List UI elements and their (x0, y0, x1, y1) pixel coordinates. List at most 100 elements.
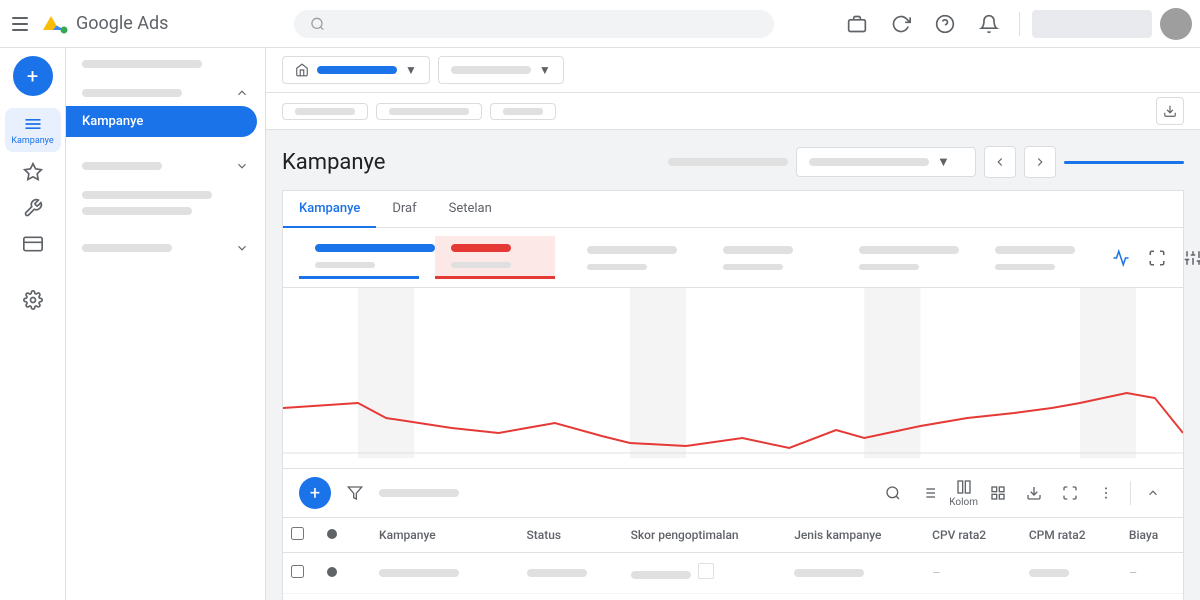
metric-card-1[interactable] (299, 236, 419, 279)
fullscreen-icon[interactable] (1143, 244, 1171, 272)
export-icon[interactable] (1018, 477, 1050, 509)
header-cost[interactable]: Biaya (1117, 518, 1183, 553)
google-ads-logo-icon (40, 10, 68, 38)
filter-label-ph (379, 489, 459, 497)
list-view-icon[interactable] (913, 477, 945, 509)
next-button[interactable] (1024, 146, 1056, 178)
row-status (515, 553, 619, 594)
ellipsis-icon (1098, 485, 1114, 501)
opt-score-icon (698, 563, 714, 579)
help-icon[interactable] (927, 6, 963, 42)
top-controls: ▼ ▼ (266, 48, 1200, 93)
toolbar-separator (1130, 481, 1131, 505)
main-content: ▼ ▼ Kampanye (266, 48, 1200, 600)
table-row: – – (283, 594, 1183, 600)
prev-button[interactable] (984, 146, 1016, 178)
sidebar-item-settings[interactable] (5, 284, 61, 316)
row-status-dot (315, 553, 367, 594)
row-checkbox-cell (283, 553, 315, 594)
date-btn2[interactable] (376, 103, 482, 120)
chart-area: Kampanye Draf Setelan (282, 190, 1184, 469)
sidebar-item-tools[interactable] (5, 192, 61, 224)
sidebar-item-billing[interactable] (5, 228, 61, 260)
header-campaign-type[interactable]: Jenis kampanye (782, 518, 920, 553)
billing-icon (23, 234, 43, 254)
more-options-icon[interactable] (1090, 477, 1122, 509)
topbar-right (839, 6, 1192, 42)
row-opt-score (619, 553, 783, 594)
columns-button[interactable]: Kolom (949, 479, 978, 508)
header-checkbox-cell (283, 518, 315, 553)
tab-settings[interactable]: Setelan (433, 191, 508, 228)
left-panel-item-campaigns[interactable]: Kampanye (66, 106, 257, 137)
table-header-row: Kampanye Status Skor pengoptimalan Jenis… (283, 518, 1183, 553)
metric-card-3[interactable] (571, 238, 691, 278)
account-selector[interactable] (1032, 10, 1152, 38)
add-campaign-button[interactable]: + (299, 477, 331, 509)
expand-table-icon[interactable] (1054, 477, 1086, 509)
chart-controls (1107, 244, 1200, 272)
content-area: Kampanye ▼ (266, 130, 1200, 600)
header-cpv[interactable]: CPV rata2 (920, 518, 1017, 553)
header-opt-score[interactable]: Skor pengoptimalan (619, 518, 783, 553)
chevron-left-icon (993, 155, 1007, 169)
left-panel-section-header[interactable] (66, 80, 265, 106)
row-checkbox[interactable] (291, 565, 304, 578)
search-input[interactable] (333, 16, 758, 32)
tab-drafts[interactable]: Draf (376, 191, 432, 228)
settings-icon (23, 290, 43, 310)
metric-card-2[interactable] (435, 236, 555, 279)
metric-card-6[interactable] (979, 238, 1099, 278)
campaigns-label: Kampanye (11, 136, 53, 146)
refresh-icon[interactable] (883, 6, 919, 42)
account-select[interactable]: ▼ (282, 56, 430, 84)
tab-campaigns[interactable]: Kampanye (283, 191, 376, 228)
page-title: Kampanye (282, 150, 385, 175)
secondary-controls (266, 93, 1200, 130)
avatar[interactable] (1160, 8, 1192, 40)
chevron-up-icon (235, 86, 249, 100)
download-icon (1163, 104, 1177, 118)
create-button[interactable]: + (13, 56, 53, 96)
app-name: Google Ads (76, 13, 168, 34)
tools-icon (23, 198, 43, 218)
left-panel-section2-header[interactable] (66, 153, 265, 179)
left-panel: Kampanye (66, 48, 266, 600)
search-box[interactable] (294, 10, 774, 38)
briefcase-icon[interactable] (839, 6, 875, 42)
filter-settings-icon[interactable] (1179, 244, 1200, 272)
metric-card-4[interactable] (707, 238, 827, 278)
search-table-icon[interactable] (877, 477, 909, 509)
section-header: Kampanye ▼ (282, 146, 1184, 178)
metric2-value (451, 262, 511, 268)
hamburger-menu[interactable] (8, 12, 32, 36)
chevron-up-icon2 (1146, 486, 1160, 500)
segments-icon (990, 485, 1006, 501)
home-icon (295, 63, 309, 77)
line-chart-icon[interactable] (1107, 244, 1135, 272)
left-panel-section3-header[interactable] (66, 235, 265, 261)
header-cpm[interactable]: CPM rata2 (1017, 518, 1117, 553)
metrics-select[interactable]: ▼ (796, 147, 976, 177)
columns-label: Kolom (949, 497, 978, 508)
metric-card-5[interactable] (843, 238, 963, 278)
chevron-down-icon3: ▼ (405, 63, 417, 77)
chevron-right-icon (1033, 155, 1047, 169)
sidebar-item-goals[interactable] (5, 156, 61, 188)
topbar-divider (1019, 12, 1020, 36)
header-campaign[interactable]: Kampanye (367, 518, 514, 553)
notifications-icon[interactable] (971, 6, 1007, 42)
select-all-checkbox[interactable] (291, 527, 304, 540)
sidebar-item-campaigns[interactable]: Kampanye (5, 108, 61, 152)
download-button[interactable] (1156, 97, 1184, 125)
grid-icon[interactable] (982, 477, 1014, 509)
campaigns-icon (23, 114, 43, 134)
date-btn3[interactable] (490, 103, 556, 120)
date-btn1[interactable] (282, 103, 368, 120)
filter-select[interactable]: ▼ (438, 56, 564, 84)
sidebar: + Kampanye (0, 48, 66, 600)
scroll-up-button[interactable] (1139, 479, 1167, 507)
header-status-col[interactable]: Status (515, 518, 619, 553)
header-status (315, 518, 367, 553)
filter-icon-btn[interactable] (339, 477, 371, 509)
